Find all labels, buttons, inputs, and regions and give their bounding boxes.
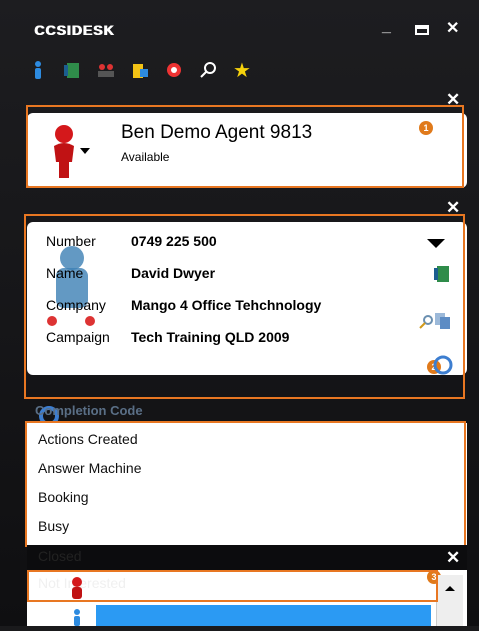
- selected-row-highlight[interactable]: [96, 605, 431, 626]
- person-info-icon: [72, 608, 82, 631]
- transfer-icon[interactable]: [96, 60, 116, 80]
- callout-box: [27, 570, 438, 602]
- close-button[interactable]: ✕: [446, 18, 459, 38]
- star-icon[interactable]: ★: [232, 60, 252, 82]
- list-overflow-area: [27, 545, 467, 570]
- callout-box: [25, 421, 466, 547]
- bottom-panel-close-button[interactable]: ✕: [446, 548, 460, 568]
- folder-icon[interactable]: [130, 60, 150, 80]
- search-icon[interactable]: [198, 60, 218, 80]
- headset-icon[interactable]: [164, 60, 184, 80]
- phone-book-icon[interactable]: [62, 60, 82, 80]
- window-title: CCSIDESK: [34, 22, 115, 38]
- callout-box: [24, 214, 465, 399]
- minimize-button[interactable]: _: [382, 18, 391, 36]
- scrollbar[interactable]: [436, 575, 463, 626]
- desk-window: CCSIDESK _ ✕ ★ ✕ Ben Demo Agent 9813 Ava…: [0, 0, 479, 626]
- person-info-icon[interactable]: [28, 60, 48, 80]
- maximize-button[interactable]: [415, 22, 429, 40]
- completion-code-heading: Completion Code: [35, 403, 143, 418]
- toolbar: ★: [28, 56, 252, 84]
- callout-box: [26, 105, 464, 188]
- title-bar[interactable]: CCSIDESK _ ✕: [0, 0, 479, 48]
- list-item[interactable]: Closed: [38, 548, 82, 564]
